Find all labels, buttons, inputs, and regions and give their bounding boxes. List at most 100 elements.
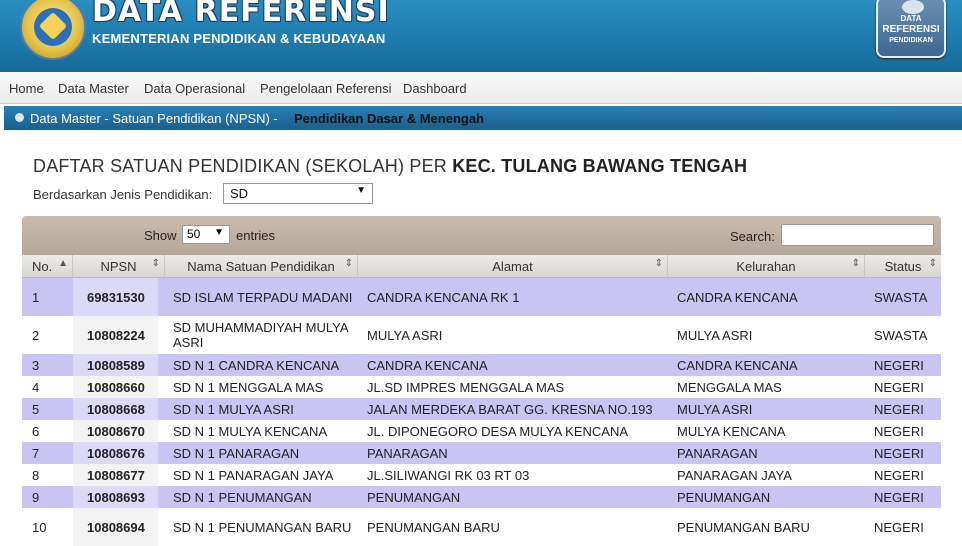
schools-table: Show 50 ▼ entries Search: No. ▲ NPSN ⇕ Nam…: [22, 216, 941, 546]
cell-npsn: 10808694: [87, 519, 145, 535]
breadcrumb-path[interactable]: Data Master - Satuan Pendidikan (NPSN) -: [30, 111, 278, 126]
table-row[interactable]: 9 10808693 SD N 1 PENUMANGAN PENUMANGAN PENU…: [22, 486, 941, 508]
table-row[interactable]: 4 10808660 SD N 1 MENGGALA MAS JL.SD IMPRES…: [22, 376, 941, 398]
cell-kelurahan: CANDRA KENCANA: [677, 357, 798, 373]
cell-nama: SD N 1 MULYA ASRI: [173, 401, 294, 417]
th-no-label: No.: [32, 259, 53, 274]
site-header: DATA REFERENSI KEMENTERIAN PENDIDIKAN & …: [0, 0, 962, 72]
nav-item-data-master[interactable]: Data Master: [58, 81, 129, 96]
sort-asc-icon: ▲: [58, 258, 68, 269]
sort-icon: ⇕: [851, 258, 860, 269]
table-row[interactable]: 3 10808589 SD N 1 CANDRA KENCANA CANDRA KEN…: [22, 354, 941, 376]
table-row[interactable]: 10 10808694 SD N 1 PENUMANGAN BARU PENUMANG…: [22, 508, 941, 546]
th-npsn[interactable]: NPSN ⇕: [73, 255, 165, 278]
cell-npsn: 10808589: [87, 357, 145, 373]
cell-no: 3: [32, 357, 40, 373]
cell-no: 6: [32, 423, 40, 439]
th-status[interactable]: Status ⇕: [865, 255, 941, 278]
cell-npsn: 10808224: [87, 327, 145, 343]
kemdikbud-logo-icon: [20, 0, 86, 60]
data-referensi-badge[interactable]: DATA REFERENSI PENDIDIKAN: [876, 0, 946, 58]
table-row[interactable]: 7 10808676 SD N 1 PANARAGAN PANARAGAN PANARA…: [22, 442, 941, 464]
cell-kelurahan: MULYA ASRI: [677, 401, 753, 417]
jenis-pendidikan-select[interactable]: SD ▼: [223, 183, 373, 204]
cell-kelurahan: PENUMANGAN: [677, 489, 771, 505]
cell-no: 9: [32, 489, 40, 505]
badge-line2: REFERENSI: [882, 24, 940, 35]
cell-nama: SD ISLAM TERPADU MADANI: [173, 289, 353, 305]
th-nama-label: Nama Satuan Pendidikan: [187, 259, 335, 274]
cell-no: 7: [32, 445, 40, 461]
cell-alamat: PENUMANGAN: [367, 489, 461, 505]
cell-status: NEGERI: [874, 445, 924, 461]
page-title: DAFTAR SATUAN PENDIDIKAN (SEKOLAH) PER K…: [33, 156, 747, 177]
cell-npsn: 10808670: [87, 423, 145, 439]
cell-kelurahan: MENGGALA MAS: [677, 379, 782, 395]
th-alamat[interactable]: Alamat ⇕: [358, 255, 668, 278]
cell-alamat: JL.SD IMPRES MENGGALA MAS: [367, 379, 565, 395]
nav-item-data-operasional[interactable]: Data Operasional: [144, 81, 245, 96]
entries-value: 50: [187, 227, 201, 241]
th-kelurahan[interactable]: Kelurahan ⇕: [668, 255, 865, 278]
dropdown-arrow-icon: ▼: [356, 185, 366, 196]
site-title: DATA REFERENSI: [92, 0, 390, 29]
breadcrumb-current: Pendidikan Dasar & Menengah: [294, 111, 484, 126]
dropdown-arrow-icon: ▼: [214, 227, 224, 238]
nav-item-dashboard[interactable]: Dashboard: [403, 81, 467, 96]
badge-line1: DATA: [900, 14, 922, 23]
cell-alamat: PENUMANGAN BARU: [367, 519, 500, 535]
cell-status: NEGERI: [874, 401, 924, 417]
th-npsn-label: NPSN: [100, 259, 137, 274]
cell-kelurahan: PANARAGAN JAYA: [677, 467, 792, 483]
cell-nama: SD N 1 PANARAGAN: [173, 445, 300, 461]
cell-no: 8: [32, 467, 40, 483]
cell-kelurahan: MULYA KENCANA: [677, 423, 786, 439]
table-row[interactable]: 6 10808670 SD N 1 MULYA KENCANA JL. DIPONEG…: [22, 420, 941, 442]
cell-status: NEGERI: [874, 467, 924, 483]
cell-alamat: CANDRA KENCANA: [367, 357, 488, 373]
cell-nama: SD N 1 PENUMANGAN BARU: [173, 519, 352, 535]
cell-nama: SD MUHAMMADIYAH MULYA ASRI: [173, 320, 348, 350]
th-no[interactable]: No. ▲: [22, 255, 73, 278]
entries-label: entries: [236, 228, 276, 243]
sort-icon: ⇕: [654, 258, 663, 269]
cell-status: NEGERI: [874, 519, 924, 535]
th-alamat-label: Alamat: [492, 259, 533, 274]
search-input[interactable]: [781, 224, 934, 246]
sort-icon: ⇕: [344, 258, 353, 269]
page-title-region: KEC. TULANG BAWANG TENGAH: [452, 156, 748, 176]
cell-status: NEGERI: [874, 357, 924, 373]
cell-no: 5: [32, 401, 40, 417]
cell-nama: SD N 1 PANARAGAN JAYA: [173, 467, 334, 483]
table-row[interactable]: 1 69831530 SD ISLAM TERPADU MADANI CANDRA K…: [22, 278, 941, 316]
badge-logo-icon: [902, 0, 924, 14]
cell-no: 10: [32, 519, 47, 535]
table-header: No. ▲ NPSN ⇕ Nama Satuan Pendidikan ⇕ Alama…: [22, 255, 941, 278]
badge-line3: PENDIDIKAN: [889, 37, 933, 44]
cell-alamat: MULYA ASRI: [367, 327, 443, 343]
main-nav: Home Data Master Data Operasional Pengel…: [0, 72, 962, 104]
cell-kelurahan: PENUMANGAN BARU: [677, 519, 810, 535]
cell-npsn: 10808693: [87, 489, 145, 505]
cell-npsn: 10808668: [87, 401, 145, 417]
cell-status: SWASTA: [874, 289, 928, 305]
th-kelurahan-label: Kelurahan: [736, 259, 796, 274]
cell-alamat: PANARAGAN: [367, 445, 448, 461]
table-row[interactable]: 2 10808224 SD MUHAMMADIYAH MULYA ASRI MULYA…: [22, 316, 941, 354]
nav-item-home[interactable]: Home: [9, 81, 44, 96]
table-row[interactable]: 5 10808668 SD N 1 MULYA ASRI JALAN MERDEKA …: [22, 398, 941, 420]
th-nama[interactable]: Nama Satuan Pendidikan ⇕: [165, 255, 358, 278]
cell-nama: SD N 1 MULYA KENCANA: [173, 423, 328, 439]
table-row[interactable]: 8 10808677 SD N 1 PANARAGAN JAYA JL.SILIWAN…: [22, 464, 941, 486]
cell-npsn: 10808660: [87, 379, 145, 395]
sort-icon: ⇕: [151, 258, 160, 269]
nav-item-pengelolaan-referensi[interactable]: Pengelolaan Referensi: [260, 81, 392, 96]
cell-status: NEGERI: [874, 423, 924, 439]
cell-kelurahan: CANDRA KENCANA: [677, 289, 798, 305]
th-status-label: Status: [884, 259, 922, 274]
cell-kelurahan: MULYA ASRI: [677, 327, 753, 343]
cell-alamat: JALAN MERDEKA BARAT GG. KRESNA NO.193: [367, 401, 653, 417]
breadcrumb: Data Master - Satuan Pendidikan (NPSN) -…: [4, 106, 962, 130]
page-title-prefix: DAFTAR SATUAN PENDIDIKAN (SEKOLAH) PER: [33, 156, 447, 176]
entries-select[interactable]: 50 ▼: [182, 225, 230, 244]
